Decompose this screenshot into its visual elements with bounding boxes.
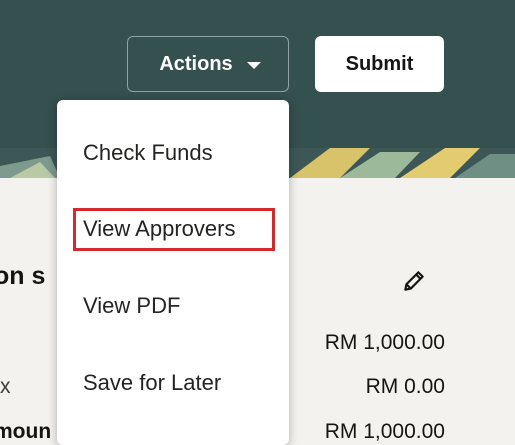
pencil-edit-icon[interactable] [401, 268, 427, 294]
subtotal-value: RM 1,000.00 [324, 331, 445, 354]
menu-item-check-funds[interactable]: Check Funds [83, 140, 213, 166]
total-amount-value: RM 1,000.00 [324, 420, 445, 443]
menu-item-view-pdf[interactable]: View PDF [83, 293, 180, 319]
submit-button[interactable]: Submit [315, 36, 444, 92]
total-amount-label: moun [0, 420, 52, 443]
actions-button-label: Actions [159, 52, 233, 75]
tax-label: x [0, 375, 11, 398]
tax-value: RM 0.00 [365, 375, 445, 398]
actions-button[interactable]: Actions [127, 36, 289, 92]
chevron-down-icon [246, 61, 261, 69]
section-title: on s [0, 262, 46, 290]
menu-item-save-for-later[interactable]: Save for Later [83, 370, 221, 396]
actions-dropdown-menu: Check Funds View Approvers View PDF Save… [57, 100, 289, 445]
menu-item-view-approvers[interactable]: View Approvers [83, 216, 235, 242]
